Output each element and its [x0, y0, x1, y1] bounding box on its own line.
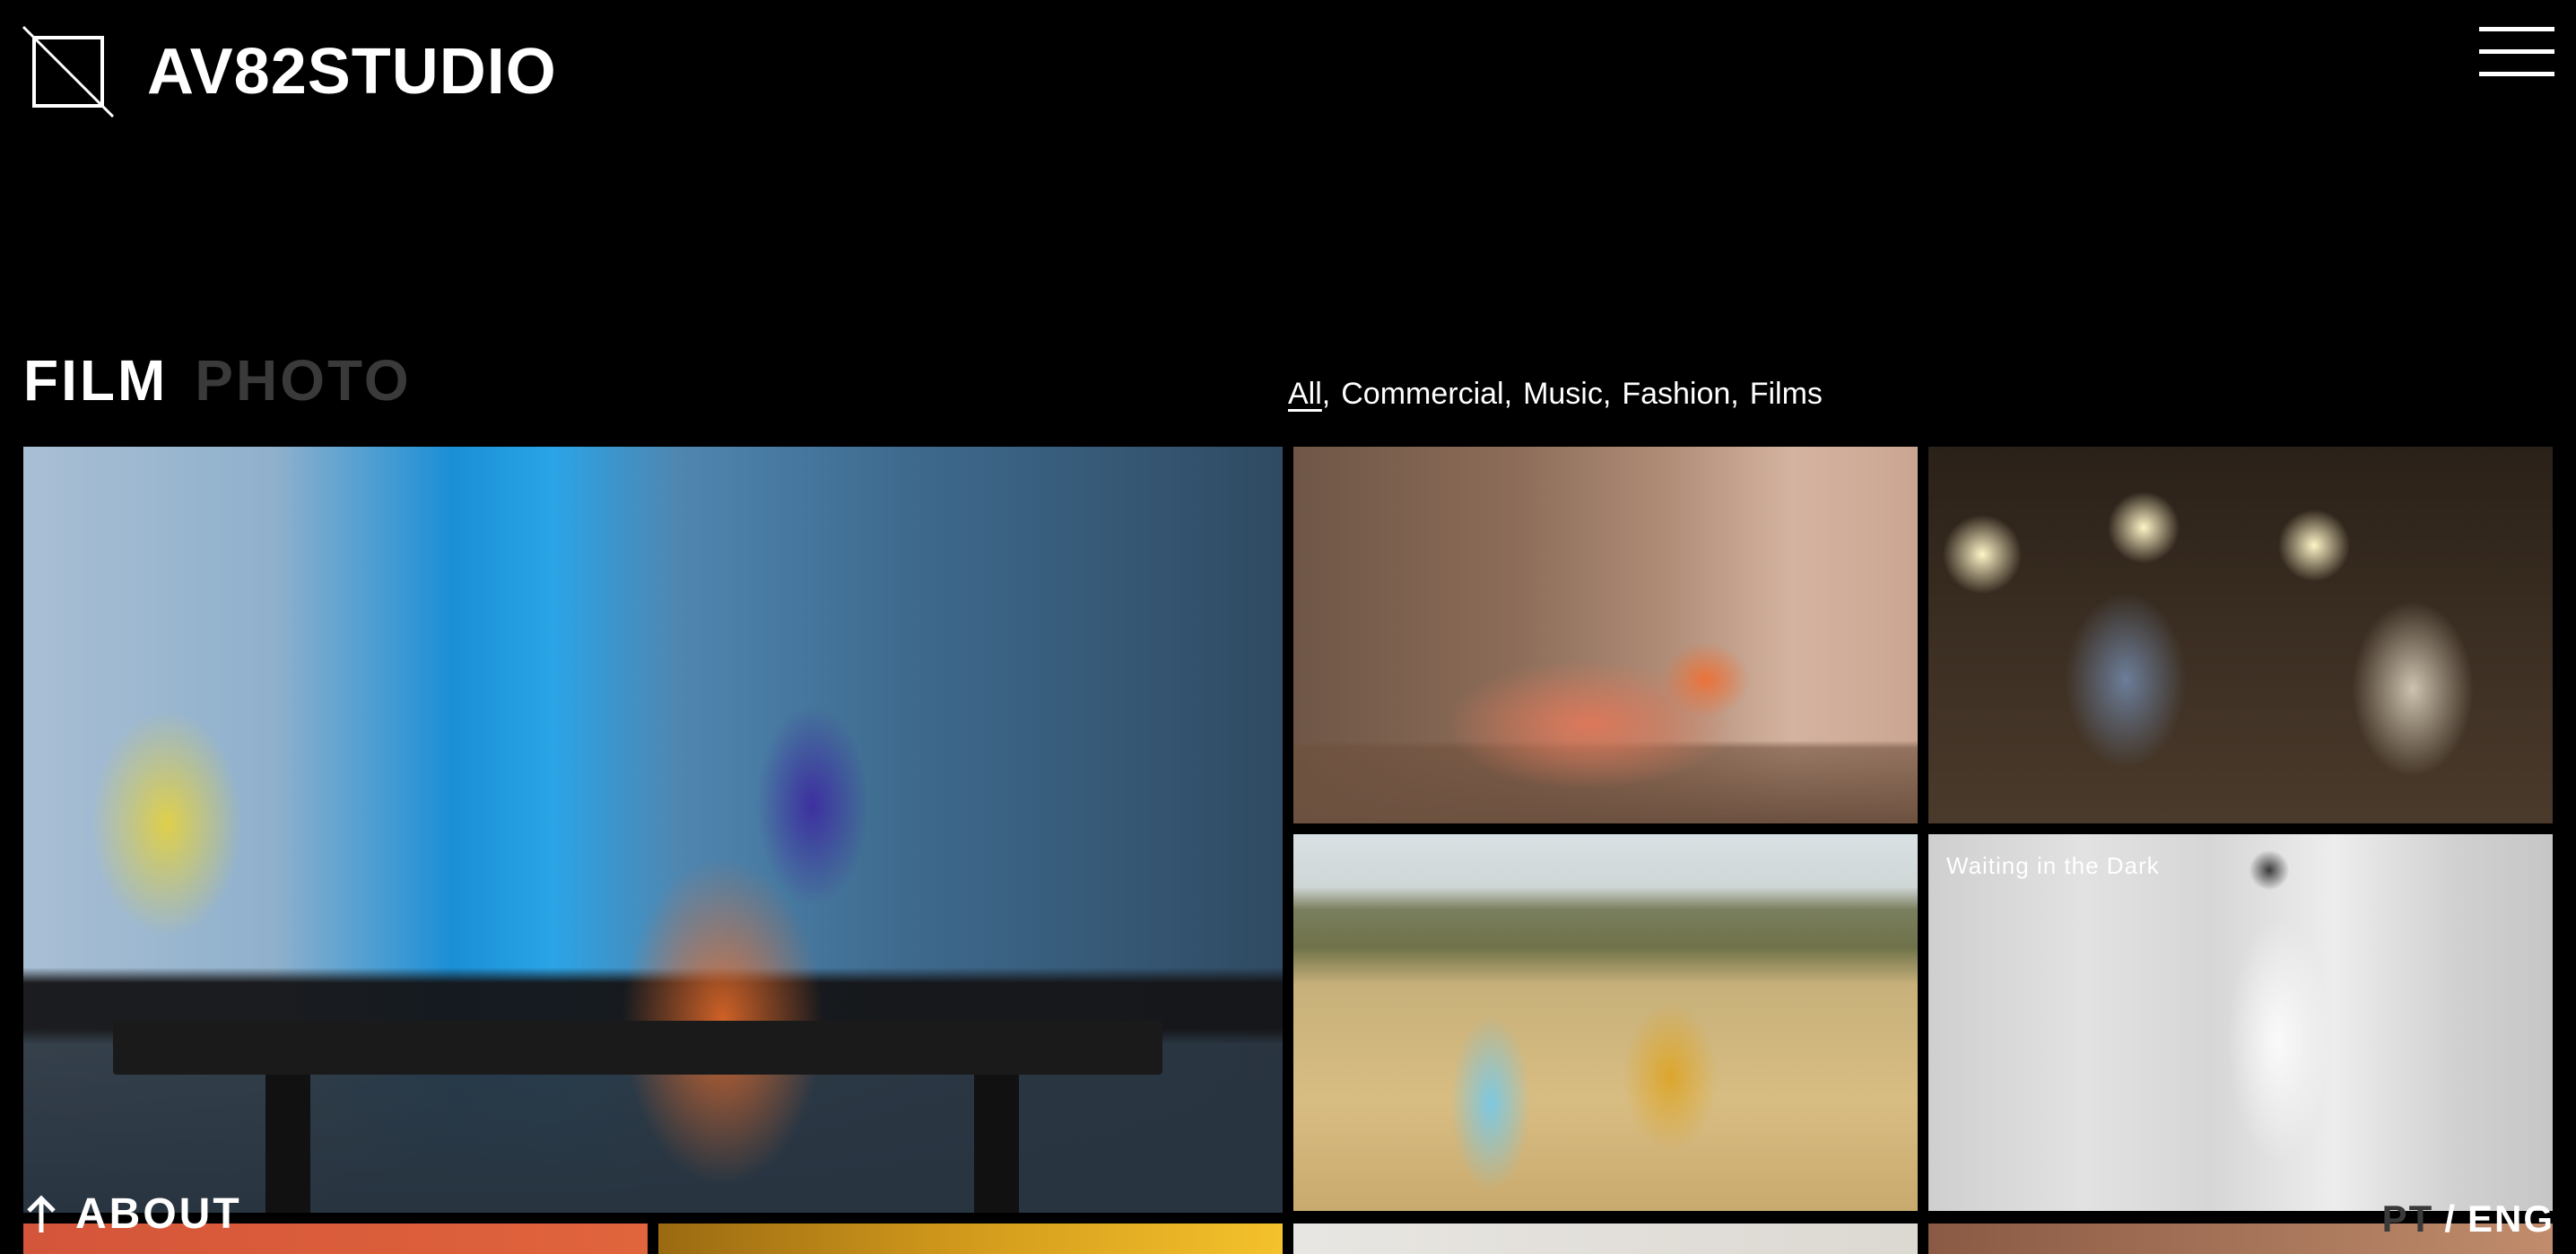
project-tile-couple-field[interactable]: [1293, 834, 1918, 1211]
language-switcher: PT / ENG: [2382, 1200, 2554, 1238]
arrow-up-icon: [27, 1195, 56, 1232]
project-caption: Waiting in the Dark: [1946, 852, 2160, 879]
filter-separator: ,: [1321, 377, 1331, 411]
tab-photo[interactable]: PHOTO: [195, 352, 411, 409]
project-tile-waiting-in-the-dark[interactable]: Waiting in the Dark: [1928, 834, 2553, 1211]
bench-shape: [113, 1021, 1162, 1075]
category-filters: All, Commercial, Music, Fashion, Films: [1288, 377, 1823, 412]
filter-films[interactable]: Films: [1750, 377, 1823, 412]
bench-leg: [265, 1075, 310, 1213]
about-label: ABOUT: [75, 1190, 242, 1238]
filter-separator: ,: [1602, 377, 1612, 411]
filter-fashion[interactable]: Fashion: [1622, 377, 1730, 412]
logo[interactable]: AV82STUDIO: [22, 25, 557, 118]
lang-separator: /: [2444, 1197, 2457, 1240]
about-link[interactable]: ABOUT: [23, 1193, 242, 1236]
project-tile[interactable]: [658, 1224, 1283, 1254]
project-tile-locker-room[interactable]: [23, 447, 1283, 1213]
project-tile-music-session[interactable]: [1928, 447, 2553, 823]
brand-name: AV82STUDIO: [147, 36, 557, 108]
project-tile[interactable]: [1293, 1224, 1918, 1254]
project-tile-dining-table[interactable]: [1293, 447, 1918, 823]
tab-film[interactable]: FILM: [23, 352, 168, 409]
media-tabs: FILM PHOTO: [23, 352, 412, 409]
slashed-square-logo-icon: [22, 25, 115, 118]
lang-eng[interactable]: ENG: [2467, 1200, 2554, 1238]
filter-all[interactable]: All: [1288, 377, 1322, 412]
lang-pt[interactable]: PT: [2382, 1200, 2434, 1238]
bench-leg: [974, 1075, 1019, 1213]
filter-music[interactable]: Music: [1523, 377, 1603, 412]
site-header: AV82STUDIO: [0, 0, 2576, 144]
filter-separator: ,: [1730, 377, 1739, 411]
filter-separator: ,: [1503, 377, 1513, 411]
filter-commercial[interactable]: Commercial: [1341, 377, 1503, 412]
hamburger-menu-icon[interactable]: [2479, 27, 2554, 77]
